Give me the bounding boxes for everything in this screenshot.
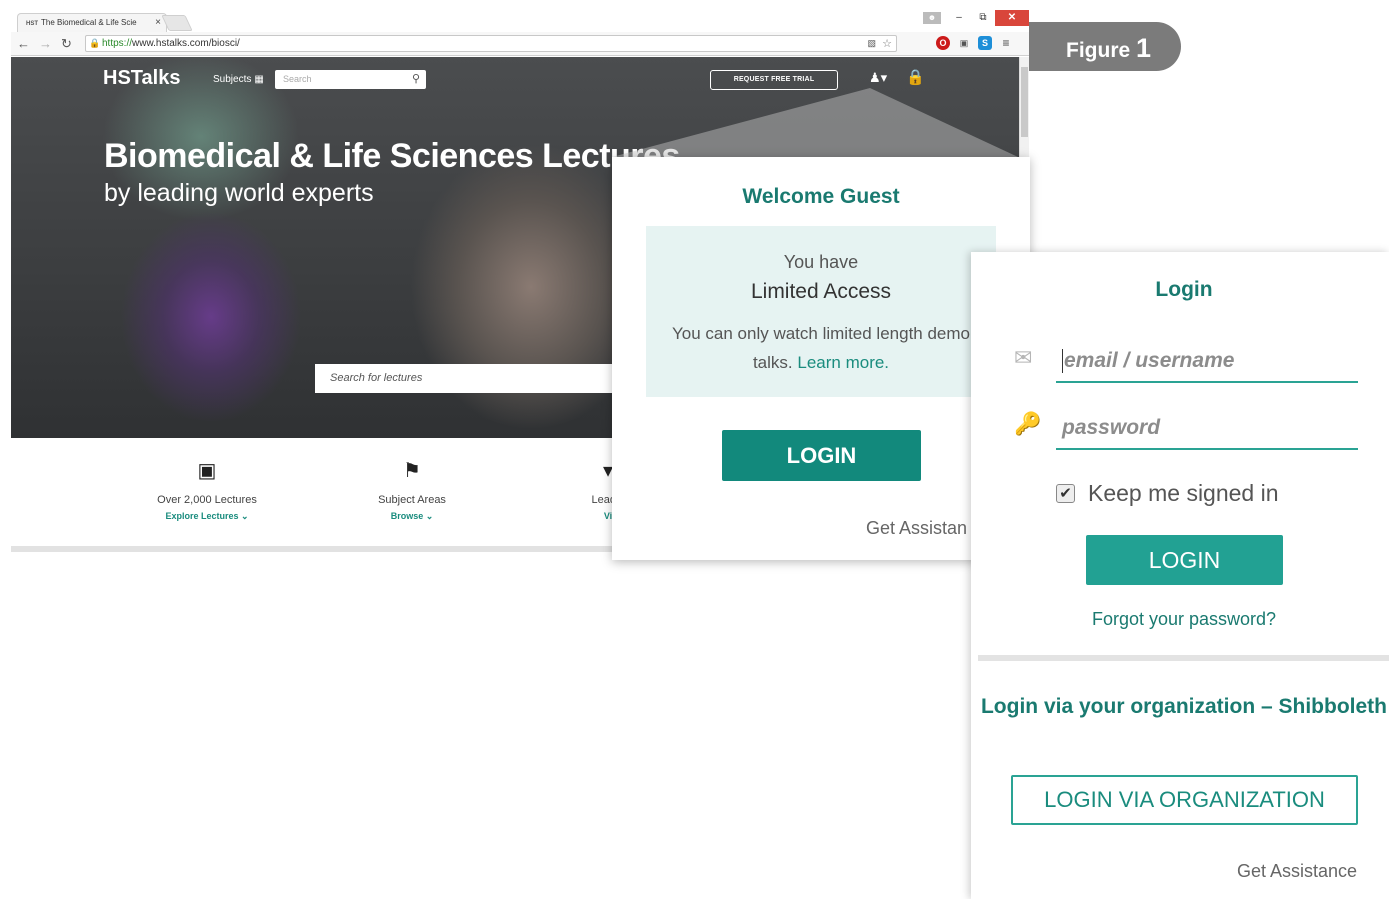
reload-icon[interactable]: ↻ <box>61 36 72 52</box>
section-divider <box>978 655 1389 661</box>
subjects-menu[interactable]: Subjects ▦ <box>213 74 264 85</box>
minimize-button[interactable]: – <box>947 10 971 26</box>
welcome-assistance-link[interactable]: Get Assistan <box>866 518 967 539</box>
url-path: www.hstalks.com/biosci/ <box>132 38 240 49</box>
feature-label: Subject Areas <box>378 494 446 506</box>
request-trial-button[interactable]: REQUEST FREE TRIAL <box>710 70 838 90</box>
address-bar: ← → ↻ 🔒 https://www.hstalks.com/biosci/ … <box>11 32 1029 56</box>
access-line-2: Limited Access <box>750 280 892 303</box>
keep-signed-in-checkbox[interactable]: ✔ <box>1056 484 1075 503</box>
lock-icon[interactable]: 🔒 <box>906 68 925 86</box>
window-controls: ☻ – ⧉ ✕ <box>923 10 1029 26</box>
search-icon[interactable]: ⚲ <box>412 72 420 85</box>
tab-strip: HST The Biomedical & Life Scie × ☻ – ⧉ ✕ <box>11 10 1029 32</box>
lecture-search-input[interactable]: Search for lectures <box>315 364 645 393</box>
url-scheme: https:// <box>102 38 133 49</box>
browse-link[interactable]: Browse ⌄ <box>312 511 512 522</box>
welcome-login-button[interactable]: LOGIN <box>722 430 921 481</box>
tab-close-icon[interactable]: × <box>155 17 161 28</box>
browser-menu-icon[interactable]: ≡ <box>999 36 1013 50</box>
profile-icon[interactable]: ☻ <box>923 12 941 24</box>
org-login-title: Login via your organization – Shibboleth <box>980 695 1387 718</box>
header-search-input[interactable]: Search ⚲ <box>275 70 426 89</box>
secure-lock-icon: 🔒 <box>89 38 101 48</box>
feature-subjects: ⚑ Subject Areas Browse ⌄ <box>312 458 512 522</box>
bookmark-star-icon[interactable]: ☆ <box>882 37 892 50</box>
hero-title: Biomedical & Life Sciences Lectures <box>104 137 680 175</box>
header-search-placeholder: Search <box>283 74 312 84</box>
forgot-password-link[interactable]: Forgot your password? <box>971 609 1389 630</box>
scrollbar-thumb[interactable] <box>1021 67 1028 137</box>
translate-icon[interactable]: ▧ <box>867 38 876 49</box>
feature-label: Over 2,000 Lectures <box>157 494 257 506</box>
close-window-button[interactable]: ✕ <box>995 10 1029 26</box>
site-logo[interactable]: HSTalks <box>103 67 180 90</box>
welcome-popup: Welcome Guest You have Limited Access Yo… <box>612 157 1030 560</box>
envelope-icon: ✉ <box>1014 345 1033 370</box>
flag-icon: ⚑ <box>403 460 421 482</box>
grid-icon: ▦ <box>254 74 264 85</box>
email-placeholder: email / username <box>1064 349 1235 372</box>
video-player-icon: ▣ <box>197 460 217 482</box>
extension-icons: O ▣ S ≡ <box>936 36 1013 50</box>
learn-more-link[interactable]: Learn more. <box>797 353 889 372</box>
email-field[interactable]: email / username <box>1056 341 1358 383</box>
figure-label: Figure <box>1066 39 1131 62</box>
tab-title: The Biomedical & Life Scie <box>41 18 137 27</box>
forward-arrow-icon[interactable]: → <box>39 36 52 51</box>
restore-button[interactable]: ⧉ <box>971 10 995 26</box>
get-assistance-link[interactable]: Get Assistance <box>1237 861 1357 882</box>
login-via-organization-button[interactable]: LOGIN VIA ORGANIZATION <box>1011 775 1358 825</box>
limited-access-notice: You have Limited Access You can only wat… <box>646 226 996 397</box>
explore-lectures-link[interactable]: Explore Lectures ⌄ <box>107 511 307 522</box>
user-account-icon[interactable]: ♟▾ <box>869 70 887 86</box>
access-line-1: You have <box>783 252 859 272</box>
subjects-label: Subjects <box>213 74 252 85</box>
figure-number: 1 <box>1136 33 1152 63</box>
password-placeholder: password <box>1062 416 1161 439</box>
password-field[interactable]: password <box>1056 408 1358 450</box>
hero-subtitle: by leading world experts <box>104 179 374 207</box>
opera-extension-icon[interactable]: O <box>936 36 950 50</box>
feature-lectures: ▣ Over 2,000 Lectures Explore Lectures ⌄ <box>107 458 307 522</box>
key-icon: 🔑 <box>1014 411 1042 436</box>
keep-signed-in[interactable]: ✔ Keep me signed in <box>1056 480 1279 507</box>
login-panel: Login ✉ email / username 🔑 password ✔ Ke… <box>971 252 1389 899</box>
browser-tab[interactable]: HST The Biomedical & Life Scie × <box>17 13 167 32</box>
text-caret <box>1062 349 1063 374</box>
screenshot-extension-icon[interactable]: ▣ <box>957 36 971 50</box>
login-title: Login <box>1155 278 1213 301</box>
back-arrow-icon[interactable]: ← <box>17 36 30 51</box>
url-field[interactable]: 🔒 https://www.hstalks.com/biosci/ ▧ ☆ <box>85 35 897 52</box>
keep-signed-in-label: Keep me signed in <box>1088 480 1279 506</box>
skype-extension-icon[interactable]: S <box>978 36 992 50</box>
favicon: HST <box>26 21 38 27</box>
login-button[interactable]: LOGIN <box>1086 535 1283 585</box>
figure-badge: Figure 1 <box>1029 22 1181 71</box>
access-line-3: You can only watch limited length demo t… <box>672 324 970 372</box>
welcome-title: Welcome Guest <box>742 185 900 208</box>
